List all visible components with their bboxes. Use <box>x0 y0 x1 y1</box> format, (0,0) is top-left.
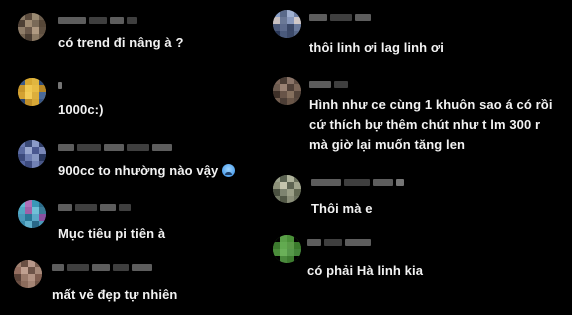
username-blurred[interactable] <box>52 263 152 271</box>
avatar[interactable] <box>273 235 301 263</box>
avatar[interactable] <box>18 13 46 41</box>
comment-item[interactable]: Thôi mà e <box>273 175 563 223</box>
avatar[interactable] <box>18 200 46 228</box>
comment-text-content: 900cc to nhường nào vậy <box>58 163 219 178</box>
comment-text: Thôi mà e <box>311 201 373 216</box>
comment-text: có phải Hà linh kia <box>307 263 424 278</box>
comment-item[interactable]: thôi linh ơi lag linh ơi <box>273 10 563 58</box>
avatar[interactable] <box>14 260 42 288</box>
comment-line: Hình như ce cùng 1 khuôn sao á có rồi <box>309 97 553 112</box>
comment-text: 900cc to nhường nào vậy <box>58 161 236 181</box>
comment-item[interactable]: 1000c:) <box>18 78 268 126</box>
avatar[interactable] <box>18 78 46 106</box>
avatar[interactable] <box>273 175 301 203</box>
avatar[interactable] <box>273 10 301 38</box>
username-blurred[interactable] <box>58 203 131 211</box>
comment-text: mất vẻ đẹp tự nhiên <box>52 287 178 302</box>
username-blurred[interactable] <box>58 81 62 89</box>
avatar[interactable] <box>18 140 46 168</box>
comment-item[interactable]: Hình như ce cùng 1 khuôn sao á có rồi cứ… <box>273 77 568 167</box>
username-blurred[interactable] <box>58 143 172 151</box>
avatar[interactable] <box>273 77 301 105</box>
comment-item[interactable]: 900cc to nhường nào vậy <box>18 140 278 188</box>
username-blurred[interactable] <box>307 238 371 246</box>
username-blurred[interactable] <box>58 16 137 24</box>
comment-text: thôi linh ơi lag linh ơi <box>309 40 444 55</box>
comment-line: mà giờ lại muốn tăng len <box>309 137 466 152</box>
anxious-face-with-sweat-icon <box>222 164 236 177</box>
comment-item[interactable]: Mục tiêu pi tiên à <box>18 200 268 248</box>
username-blurred[interactable] <box>309 80 348 88</box>
comment-text: Hình như ce cùng 1 khuôn sao á có rồi cứ… <box>309 95 553 155</box>
comment-item[interactable]: có trend đi nâng à ? <box>18 13 268 61</box>
username-blurred[interactable] <box>311 178 404 186</box>
comment-text: có trend đi nâng à ? <box>58 35 184 50</box>
comment-text: Mục tiêu pi tiên à <box>58 226 166 241</box>
comment-item[interactable]: mất vẻ đẹp tự nhiên <box>14 260 264 308</box>
comment-item[interactable]: có phải Hà linh kia <box>273 235 563 283</box>
comment-text: 1000c:) <box>58 102 104 117</box>
username-blurred[interactable] <box>309 13 371 21</box>
comment-line: cứ thích bự thêm chút như t lm 300 r <box>309 117 541 132</box>
